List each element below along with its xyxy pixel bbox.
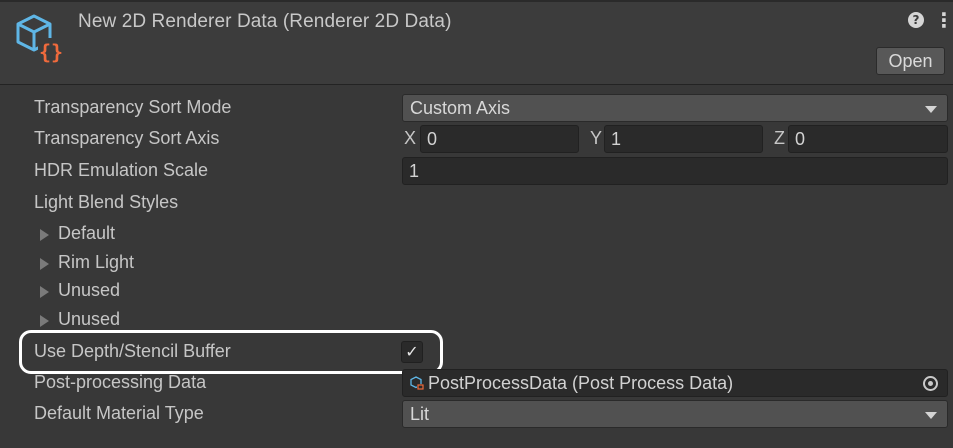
inspector-header: {} New 2D Renderer Data (Renderer 2D Dat… (0, 0, 953, 85)
header-top-divider (0, 0, 953, 2)
transparency-sort-axis-row: Transparency Sort Axis X 0 Y 1 Z 0 (0, 124, 953, 154)
default-material-type-dropdown[interactable]: Lit (402, 400, 948, 428)
use-depth-stencil-buffer-label: Use Depth/Stencil Buffer (34, 341, 231, 361)
light-blend-styles-label: Light Blend Styles (34, 192, 179, 212)
transparency-sort-mode-row: Transparency Sort Mode Custom Axis (0, 93, 953, 123)
chevron-down-icon (925, 106, 937, 113)
foldout-arrow-icon[interactable] (40, 258, 49, 270)
use-depth-stencil-buffer-checkbox[interactable]: ✓ (401, 341, 423, 363)
transparency-sort-axis-label: Transparency Sort Axis (34, 128, 220, 148)
blend-style-item-unused-1[interactable]: Unused (0, 276, 953, 306)
blend-style-label: Unused (58, 280, 121, 300)
chevron-down-icon (925, 412, 937, 419)
default-material-type-value: Lit (410, 404, 430, 424)
transparency-sort-mode-value: Custom Axis (410, 98, 511, 118)
axis-z-label[interactable]: Z (774, 128, 785, 149)
renderer-data-asset-icon: {} (16, 14, 64, 64)
hdr-emulation-scale-field[interactable]: 1 (402, 157, 948, 185)
kebab-menu-icon[interactable]: ⋮ (934, 10, 953, 32)
axis-y-field[interactable]: 1 (604, 125, 763, 153)
blend-style-item-default[interactable]: Default (0, 219, 953, 249)
use-depth-stencil-buffer-row: Use Depth/Stencil Buffer (0, 337, 953, 367)
post-process-data-asset-icon (410, 376, 424, 390)
blend-style-label: Unused (58, 309, 121, 329)
asset-icon-braces: {} (39, 40, 63, 64)
hdr-emulation-scale-row: HDR Emulation Scale 1 (0, 156, 953, 186)
axis-z-field[interactable]: 0 (788, 125, 948, 153)
blend-style-item-rim-light[interactable]: Rim Light (0, 248, 953, 278)
default-material-type-label: Default Material Type (34, 403, 204, 423)
light-blend-styles-row: Light Blend Styles (0, 188, 953, 218)
axis-x-label[interactable]: X (404, 128, 416, 149)
foldout-arrow-icon[interactable] (40, 286, 49, 298)
help-icon[interactable]: ? (908, 12, 924, 28)
axis-x-field[interactable]: 0 (420, 125, 579, 153)
hdr-emulation-scale-label: HDR Emulation Scale (34, 160, 209, 180)
open-button[interactable]: Open (876, 47, 945, 75)
transparency-sort-mode-label: Transparency Sort Mode (34, 97, 232, 117)
foldout-arrow-icon[interactable] (40, 315, 49, 327)
inspector-title: New 2D Renderer Data (Renderer 2D Data) (78, 11, 452, 32)
post-processing-data-value: PostProcessData (Post Process Data) (428, 373, 734, 393)
default-material-type-row: Default Material Type Lit (0, 399, 953, 429)
transparency-sort-mode-dropdown[interactable]: Custom Axis (402, 94, 948, 122)
foldout-arrow-icon[interactable] (40, 229, 49, 241)
post-processing-data-field[interactable]: PostProcessData (Post Process Data) (402, 369, 948, 397)
object-picker-icon[interactable] (923, 376, 938, 391)
blend-style-label: Rim Light (58, 252, 135, 272)
axis-y-label[interactable]: Y (590, 128, 602, 149)
blend-style-label: Default (58, 223, 116, 243)
post-processing-data-label: Post-processing Data (34, 372, 207, 392)
